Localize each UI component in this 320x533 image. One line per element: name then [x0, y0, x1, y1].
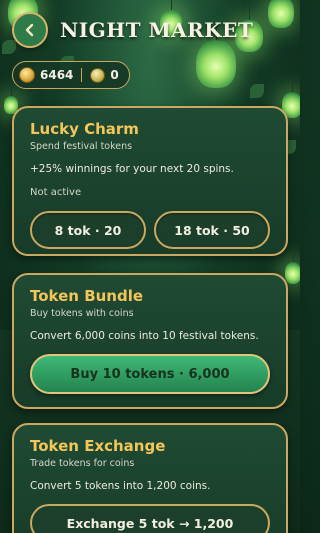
- token-icon: [90, 67, 106, 83]
- card-subtitle: Spend festival tokens: [30, 141, 133, 152]
- charm-option-50-button[interactable]: 18 tok · 50: [154, 211, 270, 249]
- chevron-left-icon: [25, 23, 34, 37]
- currency-bar: 6464 0: [12, 61, 130, 89]
- charm-option-20-button[interactable]: 8 tok · 20: [30, 211, 146, 249]
- card-title: Token Exchange: [30, 437, 166, 455]
- card-title: Token Bundle: [30, 287, 144, 305]
- exchange-tokens-button[interactable]: Exchange 5 tok → 1,200: [30, 504, 270, 533]
- token-balance: 0: [110, 68, 119, 82]
- buy-tokens-button[interactable]: Buy 10 tokens · 6,000: [30, 354, 270, 394]
- lantern-decoration: [268, 0, 294, 28]
- lantern-decoration: [196, 26, 236, 88]
- charm-status: Not active: [30, 187, 82, 198]
- card-subtitle: Buy tokens with coins: [30, 308, 134, 319]
- coin-icon: [19, 67, 35, 83]
- token-exchange-card: Token Exchange Trade tokens for coins Co…: [12, 423, 288, 533]
- coin-balance: 6464: [40, 68, 74, 82]
- clover-decoration: [250, 84, 264, 98]
- card-subtitle: Trade tokens for coins: [30, 458, 135, 469]
- card-title: Lucky Charm: [30, 120, 139, 138]
- page-title: NIGHT MARKET: [60, 18, 254, 42]
- clover-decoration: [2, 40, 16, 54]
- card-description: +25% winnings for your next 20 spins.: [30, 163, 234, 175]
- lucky-charm-card: Lucky Charm Spend festival tokens +25% w…: [12, 106, 288, 256]
- currency-divider: [81, 68, 83, 82]
- lantern-decoration: [285, 248, 300, 284]
- card-description: Convert 5 tokens into 1,200 coins.: [30, 480, 211, 492]
- back-button[interactable]: [12, 12, 48, 48]
- token-bundle-card: Token Bundle Buy tokens with coins Conve…: [12, 273, 288, 409]
- card-description: Convert 6,000 coins into 10 festival tok…: [30, 330, 259, 342]
